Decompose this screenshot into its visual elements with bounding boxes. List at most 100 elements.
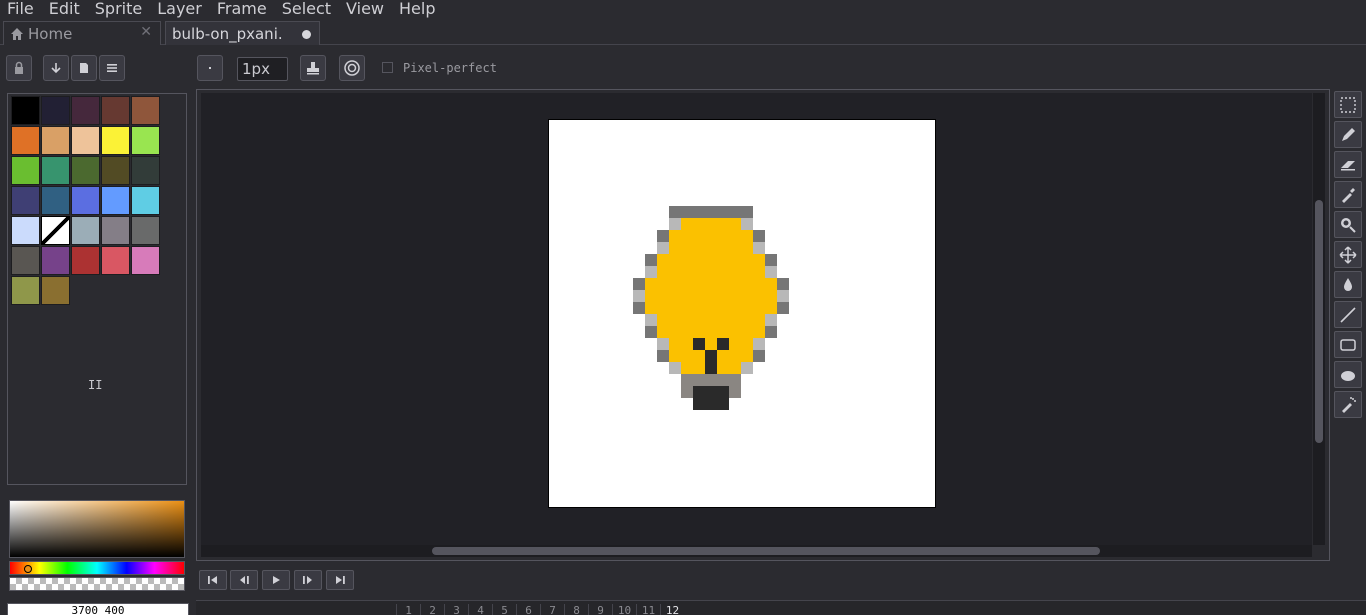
previous-frame-button[interactable] xyxy=(230,570,258,590)
palette-swatch[interactable] xyxy=(131,126,160,155)
close-icon[interactable]: ✕ xyxy=(140,24,152,40)
palette-swatch[interactable] xyxy=(11,186,40,215)
menu-lines-icon[interactable] xyxy=(99,55,125,81)
menu-frame[interactable]: Frame xyxy=(210,0,275,18)
menu-file[interactable]: File xyxy=(0,0,42,18)
last-frame-button[interactable] xyxy=(326,570,354,590)
menu-help[interactable]: Help xyxy=(392,0,443,18)
down-arrow-icon[interactable] xyxy=(43,55,69,81)
frame-number[interactable]: 4 xyxy=(468,604,492,615)
pixel-perfect-checkbox[interactable] xyxy=(382,62,393,73)
palette-swatch[interactable] xyxy=(11,96,40,125)
stamp-icon[interactable] xyxy=(300,55,326,81)
menu-edit[interactable]: Edit xyxy=(42,0,88,18)
line-icon[interactable] xyxy=(1334,301,1362,328)
play-button[interactable] xyxy=(262,570,290,590)
first-frame-button[interactable] xyxy=(199,570,227,590)
palette-swatch[interactable] xyxy=(71,126,100,155)
eraser-icon[interactable] xyxy=(1334,151,1362,178)
palette-swatch[interactable] xyxy=(41,246,70,275)
palette-swatch[interactable] xyxy=(101,246,130,275)
frame-number[interactable]: 10 xyxy=(612,604,636,615)
palette-swatch[interactable] xyxy=(41,216,70,245)
palette-swatch[interactable] xyxy=(131,216,160,245)
vertical-scrollbar[interactable] xyxy=(1315,200,1323,443)
hue-slider-handle[interactable] xyxy=(24,565,32,573)
sprite-pixel xyxy=(693,386,705,398)
frame-number[interactable]: 7 xyxy=(540,604,564,615)
horizontal-scrollbar[interactable] xyxy=(432,547,1100,555)
next-frame-button[interactable] xyxy=(294,570,322,590)
sprite-pixel xyxy=(681,314,693,326)
sprite-pixel xyxy=(729,314,741,326)
tab-home[interactable]: Home ✕ xyxy=(3,21,161,45)
palette-swatch[interactable] xyxy=(101,96,130,125)
brush-shape-icon[interactable] xyxy=(197,55,223,81)
sprite-canvas[interactable] xyxy=(548,119,936,508)
palette-swatch[interactable] xyxy=(11,276,40,305)
palette-swatch[interactable] xyxy=(71,246,100,275)
palette-swatch[interactable] xyxy=(71,156,100,185)
rectangle-icon[interactable] xyxy=(1334,331,1362,358)
menu-layer[interactable]: Layer xyxy=(150,0,210,18)
frame-number[interactable]: 2 xyxy=(420,604,444,615)
palette-swatch[interactable] xyxy=(131,156,160,185)
palette-swatch[interactable] xyxy=(101,126,130,155)
modified-indicator-icon[interactable] xyxy=(302,30,311,39)
eyedropper-icon[interactable] xyxy=(1334,181,1362,208)
pencil-icon[interactable] xyxy=(1334,121,1362,148)
palette-swatch[interactable] xyxy=(41,126,70,155)
palette-swatch[interactable] xyxy=(131,96,160,125)
spray-icon[interactable] xyxy=(1334,391,1362,418)
blur-icon[interactable] xyxy=(1334,361,1362,388)
page-icon[interactable] xyxy=(71,55,97,81)
sprite-pixel xyxy=(669,230,681,242)
menu-select[interactable]: Select xyxy=(275,0,339,18)
palette-swatch[interactable] xyxy=(41,156,70,185)
palette-swatch[interactable] xyxy=(41,276,70,305)
alpha-slider[interactable] xyxy=(9,577,185,591)
saturation-value-picker[interactable] xyxy=(9,500,185,558)
palette-swatch[interactable] xyxy=(11,126,40,155)
frame-number[interactable]: 3 xyxy=(444,604,468,615)
frame-number[interactable]: 5 xyxy=(492,604,516,615)
menu-sprite[interactable]: Sprite xyxy=(88,0,150,18)
marquee-select-icon[interactable] xyxy=(1334,91,1362,118)
palette-swatch[interactable] xyxy=(131,246,160,275)
palette-swatch[interactable] xyxy=(71,216,100,245)
sprite-pixel xyxy=(705,218,717,230)
palette-swatch[interactable] xyxy=(11,246,40,275)
lock-icon[interactable] xyxy=(6,55,32,81)
fill-bucket-icon[interactable] xyxy=(1334,271,1362,298)
palette-swatch[interactable] xyxy=(11,216,40,245)
palette-swatch[interactable] xyxy=(131,186,160,215)
frame-number[interactable]: 1 xyxy=(396,604,420,615)
sprite-pixel xyxy=(681,278,693,290)
sprite-pixel xyxy=(729,242,741,254)
palette-swatch[interactable] xyxy=(71,96,100,125)
frame-number[interactable]: 11 xyxy=(636,604,660,615)
palette-swatch[interactable] xyxy=(41,96,70,125)
sprite-pixel xyxy=(681,230,693,242)
sprite-pixel xyxy=(681,338,693,350)
frame-number[interactable]: 6 xyxy=(516,604,540,615)
menu-view[interactable]: View xyxy=(339,0,392,18)
move-icon[interactable] xyxy=(1334,241,1362,268)
tab-sprite-file[interactable]: bulb-on_pxani. xyxy=(165,21,320,45)
sprite-pixel xyxy=(705,326,717,338)
palette-swatch[interactable] xyxy=(11,156,40,185)
frame-number[interactable]: 8 xyxy=(564,604,588,615)
sprite-pixel xyxy=(717,338,729,350)
frame-number[interactable]: 12 xyxy=(660,604,684,615)
frame-number[interactable]: 9 xyxy=(588,604,612,615)
zoom-icon[interactable] xyxy=(1334,211,1362,238)
palette-swatch[interactable] xyxy=(101,186,130,215)
palette-swatch[interactable] xyxy=(101,216,130,245)
palette-swatch[interactable] xyxy=(41,186,70,215)
hue-slider[interactable] xyxy=(9,561,185,575)
brush-size-input[interactable]: 1px xyxy=(237,57,288,81)
palette-swatch[interactable] xyxy=(101,156,130,185)
color-hex-field[interactable]: 3700 400 xyxy=(7,603,189,615)
circle-target-icon[interactable] xyxy=(339,55,365,81)
palette-swatch[interactable] xyxy=(71,186,100,215)
